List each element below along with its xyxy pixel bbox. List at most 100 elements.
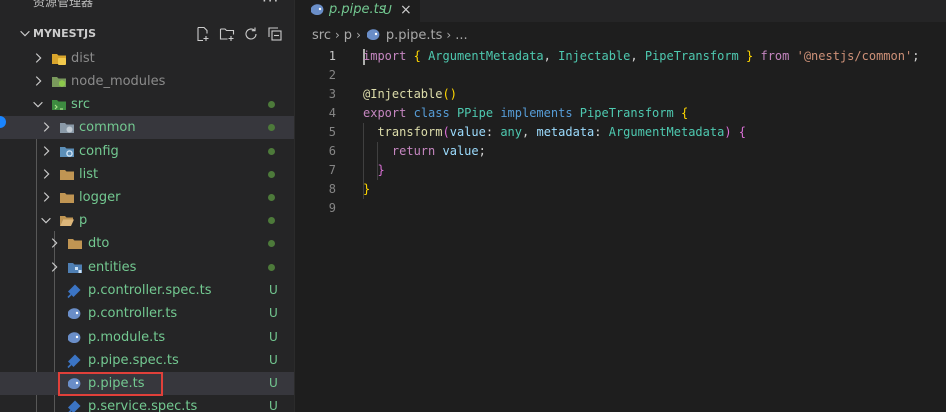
- tree-item-label: p.module.ts: [88, 330, 166, 345]
- tab-p-pipe-ts[interactable]: p.pipe.ts U ×: [295, 0, 420, 22]
- tree-file-p-pipe-spec[interactable]: p.pipe.spec.ts U: [0, 349, 294, 372]
- chevron-right-icon: [43, 146, 50, 156]
- workspace-section-header[interactable]: MYNESTJS: [0, 23, 294, 45]
- tree-folder-config[interactable]: config: [0, 140, 294, 163]
- folder-icon: [68, 239, 82, 249]
- git-untracked-badge: U: [269, 283, 278, 297]
- tree-folder-list[interactable]: list: [0, 163, 294, 186]
- chevron-right-icon: [51, 262, 58, 272]
- tab-untracked-badge: U: [383, 3, 392, 17]
- tree-folder-src[interactable]: src: [0, 93, 294, 116]
- breadcrumb-item-symbol[interactable]: ...: [455, 28, 467, 43]
- chevron-right-icon: ›: [446, 28, 452, 42]
- code-text: transform(value: any, metadata: Argument…: [377, 125, 747, 139]
- line-number: 7: [328, 163, 336, 177]
- code-text: return value;: [391, 144, 486, 158]
- line-number: 2: [328, 68, 336, 82]
- close-icon[interactable]: ×: [400, 2, 412, 18]
- code-line: 9: [295, 199, 946, 218]
- chevron-right-icon: ›: [334, 28, 340, 42]
- tree-folder-dto[interactable]: dto: [0, 232, 294, 255]
- folder-icon: [60, 193, 74, 203]
- common-folder-icon: [60, 123, 74, 133]
- chevron-right-icon: [43, 122, 50, 132]
- code-line: 8 }: [295, 180, 946, 199]
- git-untracked-badge: U: [269, 399, 278, 412]
- config-folder-icon: [60, 147, 74, 157]
- tree-folder-p[interactable]: p: [0, 209, 294, 232]
- line-number: 1: [328, 49, 336, 63]
- tree-item-label: p.service.spec.ts: [88, 399, 198, 412]
- breadcrumb-item-src[interactable]: src: [312, 28, 331, 43]
- chevron-right-icon: [43, 169, 50, 179]
- nestjs-file-icon: [366, 29, 380, 41]
- tree-item-label: node_modules: [71, 74, 166, 89]
- tree-folder-logger[interactable]: logger: [0, 186, 294, 209]
- test-file-icon: [67, 284, 81, 299]
- tree-file-p-module[interactable]: p.module.ts U: [0, 326, 294, 349]
- nestjs-file-icon: [68, 332, 81, 344]
- tree-item-label: src: [71, 97, 90, 112]
- code-line: 4 export class PPipe implements PipeTran…: [295, 104, 946, 123]
- tree-file-p-service-spec[interactable]: p.service.spec.ts U: [0, 395, 294, 412]
- tree-folder-dist[interactable]: dist: [0, 47, 294, 70]
- code-editor[interactable]: 1 import { ArgumentMetadata, Injectable,…: [295, 47, 946, 218]
- new-file-icon[interactable]: [193, 24, 213, 44]
- tree-item-label: config: [79, 144, 119, 159]
- tree-item-label: logger: [79, 190, 121, 205]
- code-line: 2: [295, 66, 946, 85]
- code-text: }: [363, 182, 371, 196]
- explorer-title: 资源管理器: [33, 0, 94, 9]
- tree-folder-entities[interactable]: entities: [0, 256, 294, 279]
- folder-open-icon: [60, 216, 74, 226]
- code-line: 5 transform(value: any, metadata: Argume…: [295, 123, 946, 142]
- tree-item-label: list: [79, 167, 99, 182]
- editor-pane: p.pipe.ts U × src › p › p.pipe.ts › ... …: [295, 0, 946, 412]
- tree-item-label: common: [79, 120, 136, 135]
- line-number: 8: [328, 182, 336, 196]
- tree-file-p-controller[interactable]: p.controller.ts U: [0, 302, 294, 325]
- code-line: 3 @Injectable(): [295, 85, 946, 104]
- git-modified-dot: [268, 101, 275, 108]
- workspace-name: MYNESTJS: [33, 27, 97, 40]
- tree-item-label: entities: [88, 260, 137, 275]
- tree-file-p-controller-spec[interactable]: p.controller.spec.ts U: [0, 279, 294, 302]
- chevron-down-icon: [33, 101, 43, 108]
- code-line: 7 }: [295, 161, 946, 180]
- src-folder-icon: [52, 100, 66, 110]
- entities-folder-icon: [68, 263, 82, 273]
- folder-icon: [60, 170, 74, 180]
- tree-item-label: dist: [71, 51, 95, 66]
- git-untracked-badge: U: [269, 330, 278, 344]
- tree-item-label: p: [79, 213, 88, 228]
- code-text: }: [377, 163, 385, 177]
- test-file-icon: [68, 400, 81, 412]
- line-number: 5: [328, 125, 336, 139]
- git-modified-dot: [268, 240, 275, 247]
- annotation-highlight-box: [58, 372, 163, 396]
- git-untracked-badge: U: [269, 353, 278, 367]
- tree-folder-node-modules[interactable]: node_modules: [0, 70, 294, 93]
- tree-item-label: p.pipe.spec.ts: [88, 353, 179, 368]
- chevron-right-icon: [35, 76, 42, 86]
- breadcrumb: src › p › p.pipe.ts › ...: [312, 26, 468, 44]
- new-folder-icon[interactable]: [217, 24, 237, 44]
- more-actions-icon[interactable]: ···: [262, 0, 279, 10]
- git-modified-dot: [268, 194, 275, 201]
- nodejs-folder-icon: [52, 77, 66, 87]
- refresh-icon[interactable]: [241, 24, 261, 44]
- tree-folder-common[interactable]: common: [0, 116, 294, 139]
- breadcrumb-item-file[interactable]: p.pipe.ts: [386, 28, 443, 43]
- git-modified-dot: [268, 124, 275, 131]
- git-modified-dot: [268, 148, 275, 155]
- git-untracked-badge: U: [269, 306, 278, 320]
- code-line: 6 return value;: [295, 142, 946, 161]
- breadcrumb-item-p[interactable]: p: [344, 28, 352, 43]
- line-number: 9: [328, 201, 336, 215]
- collapse-all-icon[interactable]: [265, 24, 285, 44]
- line-number: 4: [328, 106, 336, 120]
- code-text: import { ArgumentMetadata, Injectable, P…: [363, 49, 920, 63]
- nestjs-file-icon: [68, 308, 81, 320]
- nestjs-file-icon: [311, 4, 324, 16]
- chevron-right-icon: [35, 53, 42, 63]
